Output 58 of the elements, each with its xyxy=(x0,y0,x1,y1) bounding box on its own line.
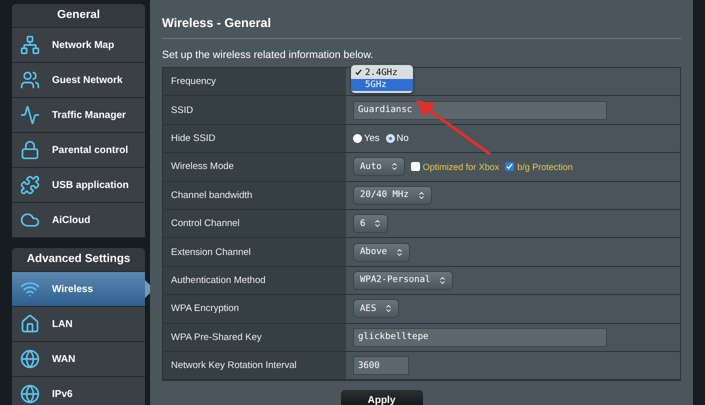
updown-icon xyxy=(384,304,394,314)
text-field[interactable]: Guardiansc xyxy=(353,100,607,120)
updown-icon xyxy=(438,276,448,285)
sidebar-item[interactable]: Parental control xyxy=(12,133,145,168)
updown-icon xyxy=(390,162,399,172)
checkbox-label: Optimized for Xbox xyxy=(422,162,500,172)
sidebar-item[interactable]: AiCloud xyxy=(12,203,145,238)
dropdown-option[interactable]: 5GHz xyxy=(351,79,413,91)
setting-label: Channel bandwidth xyxy=(163,182,346,209)
setting-label: Network Key Rotation Interval xyxy=(163,352,346,380)
updown-icon xyxy=(373,219,382,228)
radio-label: No xyxy=(396,132,409,144)
select-field[interactable]: 6 xyxy=(353,214,388,234)
select-field[interactable]: AES xyxy=(353,299,400,318)
lock-icon xyxy=(20,140,40,160)
sidebar-item[interactable]: USB application xyxy=(12,168,145,203)
sidebar-item[interactable]: WAN xyxy=(12,342,145,377)
puzzle-icon xyxy=(20,175,40,195)
sidebar-item[interactable]: Guest Network xyxy=(12,63,145,98)
checkbox[interactable] xyxy=(505,162,514,172)
setting-label: Hide SSID xyxy=(163,124,346,152)
sidebar-item[interactable]: LAN xyxy=(12,307,145,342)
updown-icon xyxy=(416,190,426,200)
sidebar-item[interactable]: IPv6 xyxy=(12,377,145,405)
globe-icon xyxy=(20,349,40,369)
setting-label: WPA Pre-Shared Key xyxy=(163,324,346,351)
apply-button[interactable]: Apply xyxy=(340,390,422,405)
setting-label: Frequency xyxy=(163,68,346,96)
check-icon xyxy=(355,69,362,76)
users-icon xyxy=(20,70,40,90)
sidebar-item[interactable]: Network Map xyxy=(12,28,145,63)
setting-label: Control Channel xyxy=(163,210,346,238)
select-field[interactable]: Auto xyxy=(353,157,405,176)
sidebar-item[interactable]: Wireless xyxy=(12,272,145,307)
select-field[interactable]: WPA2-Personal xyxy=(353,270,454,290)
setting-label: Authentication Method xyxy=(163,266,346,294)
setting-label: SSID xyxy=(163,96,346,124)
text-field[interactable]: 3600 xyxy=(353,356,409,376)
setting-label: WPA Encryption xyxy=(163,295,346,323)
updown-icon xyxy=(395,248,404,257)
setting-label: Wireless Mode xyxy=(163,153,346,181)
text-field[interactable]: glickbelltepe xyxy=(353,328,607,347)
page-description: Set up the wireless related information below. xyxy=(162,49,374,61)
select-field[interactable]: Above xyxy=(353,242,410,262)
dropdown-option[interactable]: 2.4GHz xyxy=(351,67,413,79)
house-icon xyxy=(20,314,40,334)
globe-icon xyxy=(20,384,40,404)
select-field[interactable]: 20/40 MHz xyxy=(353,186,432,205)
setting-label: Extension Channel xyxy=(163,238,346,266)
page-title: Wireless - General xyxy=(162,16,681,39)
radio-button[interactable] xyxy=(386,134,394,143)
radio-label: Yes xyxy=(364,132,380,144)
radio-button[interactable] xyxy=(353,134,362,143)
activity-icon xyxy=(20,105,40,125)
sidebar-item[interactable]: Traffic Manager xyxy=(12,98,145,133)
checkbox-label: b/g Protection xyxy=(517,162,573,172)
network-icon xyxy=(20,35,40,55)
checkbox[interactable] xyxy=(410,162,420,172)
